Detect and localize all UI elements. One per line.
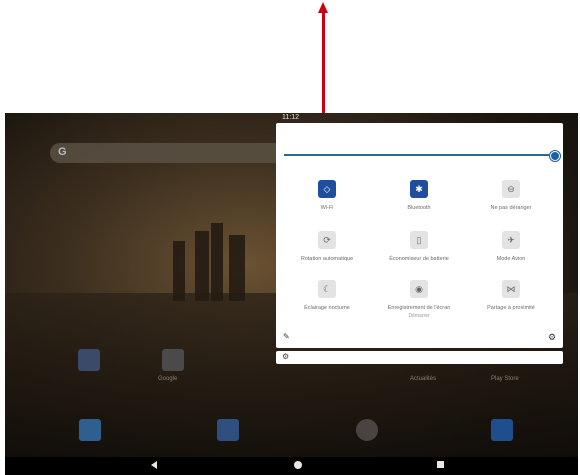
tile-label: Ne pas déranger [490, 205, 532, 211]
tile-label: Rotation automatique [300, 256, 354, 262]
wallpaper-tower [211, 223, 223, 301]
auto-rotate-icon[interactable]: ⟳ [318, 231, 336, 249]
tile-airplane[interactable]: ✈ Mode Avion [466, 231, 556, 262]
night-light-icon[interactable]: ☾ [318, 280, 336, 298]
wallpaper-tower [195, 231, 209, 301]
tile-sublabel: Démarrer [408, 313, 430, 319]
tile-battery-saver[interactable]: ▯ Économiseur de batterie [374, 231, 464, 262]
recents-button[interactable] [437, 461, 444, 468]
brightness-slider-thumb[interactable] [550, 151, 560, 161]
files-app-icon[interactable] [79, 419, 101, 441]
camera-app-icon[interactable] [491, 419, 513, 441]
back-button[interactable] [151, 461, 157, 469]
app-folder-icon[interactable] [78, 349, 100, 371]
edit-pencil-icon[interactable]: ✎ [283, 332, 290, 341]
chrome-app-icon[interactable] [356, 419, 378, 441]
google-search-bar[interactable]: G [50, 143, 300, 163]
gear-icon[interactable]: ⚙ [282, 352, 289, 361]
status-time: 11:12 [282, 114, 299, 121]
app-label-google: Google [158, 376, 178, 382]
tile-label: Éclairage nocturne [304, 305, 350, 311]
tile-bluetooth[interactable]: ✱ Bluetooth [374, 180, 464, 211]
tile-nearby-share[interactable]: ⋈ Partage à proximité [466, 280, 556, 311]
wifi-icon[interactable]: ◇ [318, 180, 336, 198]
tile-label: Partage à proximité [487, 305, 535, 311]
google-logo: G [58, 146, 67, 158]
quick-settings-panel: ◇ Wi-Fi ✱ Bluetooth ⊖ Ne pas déranger ⟳ Rotatio… [276, 123, 563, 348]
tile-label: Enregistrement de l'écran [387, 305, 451, 311]
quick-settings-footer: ⚙ [276, 351, 563, 364]
do-not-disturb-icon[interactable]: ⊖ [502, 180, 520, 198]
tile-label: Mode Avion [496, 256, 526, 262]
battery-saver-icon[interactable]: ▯ [410, 231, 428, 249]
navigation-bar [5, 457, 578, 475]
google-app-icon[interactable] [162, 349, 184, 371]
app-label-playstore: Play Store [491, 376, 519, 382]
tile-do-not-disturb[interactable]: ⊖ Ne pas déranger [466, 180, 556, 211]
wallpaper-tower [173, 241, 185, 301]
tile-label: Bluetooth [407, 205, 431, 211]
tile-night-light[interactable]: ☾ Éclairage nocturne [282, 280, 372, 311]
screen-record-icon[interactable]: ◉ [410, 280, 428, 298]
settings-gear-icon[interactable]: ⚙ [548, 332, 556, 343]
airplane-icon[interactable]: ✈ [502, 231, 520, 249]
tile-screen-record[interactable]: ◉ Enregistrement de l'écran Démarrer [374, 280, 464, 319]
brightness-slider-track[interactable] [284, 154, 554, 156]
app-label-news: Actualités [410, 376, 437, 382]
bluetooth-icon[interactable]: ✱ [410, 180, 428, 198]
tile-wifi[interactable]: ◇ Wi-Fi [282, 180, 372, 211]
wallpaper-tower [229, 235, 245, 301]
tile-auto-rotate[interactable]: ⟳ Rotation automatique [282, 231, 372, 262]
gallery-app-icon[interactable] [217, 419, 239, 441]
tile-label: Économiseur de batterie [389, 256, 449, 262]
nearby-share-icon[interactable]: ⋈ [502, 280, 520, 298]
tile-label: Wi-Fi [320, 205, 334, 211]
home-button[interactable] [294, 461, 302, 469]
